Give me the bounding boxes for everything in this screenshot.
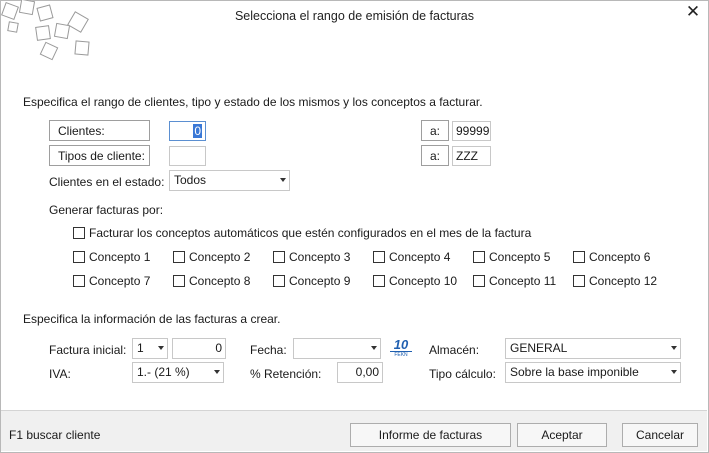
estado-label: Clientes en el estado:	[49, 175, 165, 189]
footer-hint: F1 buscar cliente	[9, 428, 101, 442]
concepto-2-checkbox[interactable]	[173, 251, 185, 263]
chevron-down-icon	[371, 346, 377, 350]
concepto-5-label: Concepto 5	[489, 250, 551, 264]
estado-select[interactable]: Todos	[169, 170, 290, 191]
chevron-down-icon	[280, 178, 286, 182]
tipo-calculo-select[interactable]: Sobre la base imponible	[505, 362, 681, 383]
iva-select[interactable]: 1.- (21 %)	[132, 362, 224, 383]
close-icon[interactable]: ✕	[682, 2, 704, 22]
concepto-5-checkbox[interactable]	[473, 251, 485, 263]
concepto-3-checkbox[interactable]	[273, 251, 285, 263]
chevron-down-icon	[671, 370, 677, 374]
concepto-2-label: Concepto 2	[189, 250, 251, 264]
almacen-value: GENERAL	[510, 341, 568, 355]
chevron-down-icon	[671, 346, 677, 350]
concepto-1-checkbox[interactable]	[73, 251, 85, 263]
concepto-8-checkbox[interactable]	[173, 275, 185, 287]
concepto-9-checkbox[interactable]	[273, 275, 285, 287]
factura-inicial-input[interactable]: 0	[172, 338, 226, 359]
clientes-a-label: a:	[421, 120, 449, 141]
concepto-12-checkbox[interactable]	[573, 275, 585, 287]
serie-select[interactable]: 1	[132, 338, 168, 359]
concepto-3-label: Concepto 3	[289, 250, 351, 264]
calendar-icon[interactable]: 10 FEKN	[390, 338, 412, 360]
estado-value: Todos	[174, 173, 207, 187]
fecha-picker[interactable]	[293, 338, 381, 359]
iva-label: IVA:	[49, 367, 71, 381]
tipo-calculo-value: Sobre la base imponible	[510, 365, 639, 379]
tipos-a-label: a:	[421, 145, 449, 166]
retencion-input[interactable]: 0,00	[337, 362, 383, 383]
informe-facturas-button[interactable]: Informe de facturas	[350, 423, 511, 447]
concepto-7-checkbox[interactable]	[73, 275, 85, 287]
almacen-select[interactable]: GENERAL	[505, 338, 681, 359]
cancelar-button[interactable]: Cancelar	[622, 423, 698, 447]
concepto-6-checkbox[interactable]	[573, 251, 585, 263]
serie-value: 1	[137, 341, 144, 355]
concepto-11-checkbox[interactable]	[473, 275, 485, 287]
concepto-12-label: Concepto 12	[589, 274, 658, 288]
factura-inicial-label: Factura inicial:	[49, 343, 127, 357]
concepto-7-label: Concepto 7	[89, 274, 151, 288]
concepto-10-checkbox[interactable]	[373, 275, 385, 287]
generar-label: Generar facturas por:	[49, 203, 164, 217]
almacen-label: Almacén:	[429, 343, 480, 357]
concepto-1-label: Concepto 1	[89, 250, 151, 264]
dialog-title: Selecciona el rango de emisión de factur…	[234, 9, 475, 23]
concepto-8-label: Concepto 8	[189, 274, 251, 288]
tipos-from-input[interactable]	[169, 146, 206, 166]
aceptar-button[interactable]: Aceptar	[517, 423, 607, 447]
tipo-calculo-label: Tipo cálculo:	[429, 367, 496, 381]
logo-tile	[74, 40, 90, 56]
tipos-to-input[interactable]: ZZZ	[452, 146, 491, 166]
tipos-cliente-label: Tipos de cliente:	[49, 145, 150, 166]
logo-tile	[53, 22, 71, 40]
clientes-label: Clientes:	[49, 120, 150, 141]
retencion-label: % Retención:	[250, 367, 322, 381]
logo-tile	[35, 25, 51, 41]
chevron-down-icon	[158, 346, 164, 350]
info-heading: Especifica la información de las factura…	[23, 312, 281, 326]
calendar-icon-subtext: FEKN	[390, 351, 412, 358]
range-heading: Especifica el rango de clientes, tipo y …	[23, 95, 483, 109]
auto-conceptos-checkbox[interactable]	[73, 227, 85, 239]
clientes-from-value: 0	[193, 124, 202, 138]
clientes-to-input[interactable]: 99999	[452, 121, 491, 141]
concepto-11-label: Concepto 11	[489, 274, 557, 288]
chevron-down-icon	[214, 370, 220, 374]
iva-value: 1.- (21 %)	[137, 365, 190, 379]
concepto-9-label: Concepto 9	[289, 274, 351, 288]
auto-conceptos-label: Facturar los conceptos automáticos que e…	[89, 226, 532, 240]
calendar-icon-number: 10	[393, 337, 409, 352]
clientes-from-input[interactable]: 0	[169, 121, 206, 141]
fecha-label: Fecha:	[250, 343, 287, 357]
concepto-4-label: Concepto 4	[389, 250, 451, 264]
concepto-10-label: Concepto 10	[389, 274, 458, 288]
concepto-4-checkbox[interactable]	[373, 251, 385, 263]
concepto-6-label: Concepto 6	[589, 250, 651, 264]
